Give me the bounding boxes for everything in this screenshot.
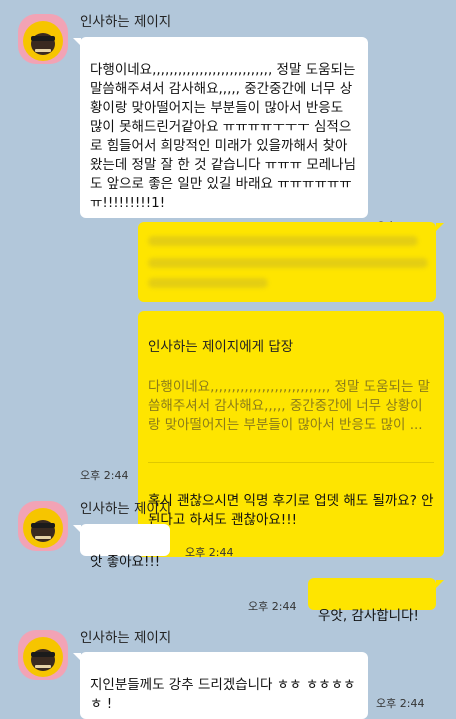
message-text: 우앗, 감사합니다! bbox=[318, 608, 419, 624]
sender-name: 인사하는 제이지 bbox=[80, 630, 172, 646]
reply-message-bubble[interactable]: 인사하는 제이지에게 답장 다행이네요,,,,,,,,,,,,,,,,,,,,,… bbox=[138, 311, 444, 557]
character-avatar-icon[interactable] bbox=[18, 14, 68, 64]
bubble-tail bbox=[436, 223, 444, 231]
message-time: 오후 2:44 bbox=[185, 546, 234, 559]
redacted-text-line bbox=[148, 258, 428, 268]
redacted-message-bubble[interactable] bbox=[138, 222, 436, 302]
message-text: 다행이네요,,,,,,,,,,,,,,,,,,,,,,,,,,,, 정말 도움되… bbox=[90, 62, 357, 211]
sender-name: 인사하는 제이지 bbox=[80, 501, 172, 517]
character-avatar-icon[interactable] bbox=[18, 501, 68, 551]
message-bubble[interactable]: 앗 좋아요!!! bbox=[80, 524, 171, 570]
message-bubble[interactable]: 다행이네요,,,,,,,,,,,,,,,,,,,,,,,,,,,, 정말 도움되… bbox=[80, 37, 368, 218]
message-text: 지인분들께도 강추 드리겠습니다 ㅎㅎ ㅎㅎㅎㅎㅎ ! bbox=[90, 677, 356, 712]
message-time: 오후 2:44 bbox=[248, 600, 297, 613]
reply-header: 인사하는 제이지에게 답장 bbox=[148, 339, 294, 355]
sender-name: 인사하는 제이지 bbox=[80, 14, 172, 30]
message-bubble[interactable]: 지인분들께도 강추 드리겠습니다 ㅎㅎ ㅎㅎㅎㅎㅎ ! bbox=[80, 652, 368, 719]
message-time: 오후 2:44 bbox=[376, 697, 425, 710]
message-time: 오후 2:44 bbox=[80, 469, 129, 482]
message-text: 혹시 괜찮으시면 익명 후기로 업뎃 해도 될까요? 안 된다고 하셔도 괜찮아… bbox=[148, 493, 434, 528]
message-text: 앗 좋아요!!! bbox=[90, 554, 161, 570]
bubble-tail bbox=[436, 580, 444, 588]
redacted-text-line bbox=[148, 236, 418, 246]
character-avatar-icon[interactable] bbox=[18, 630, 68, 680]
message-bubble[interactable]: 우앗, 감사합니다! bbox=[308, 578, 436, 624]
reply-divider bbox=[148, 462, 434, 463]
reply-quoted-text[interactable]: 다행이네요,,,,,,,,,,,,,,,,,,,,,,,,,,,, 정말 도움되… bbox=[148, 378, 434, 435]
redacted-text-line bbox=[148, 278, 268, 288]
